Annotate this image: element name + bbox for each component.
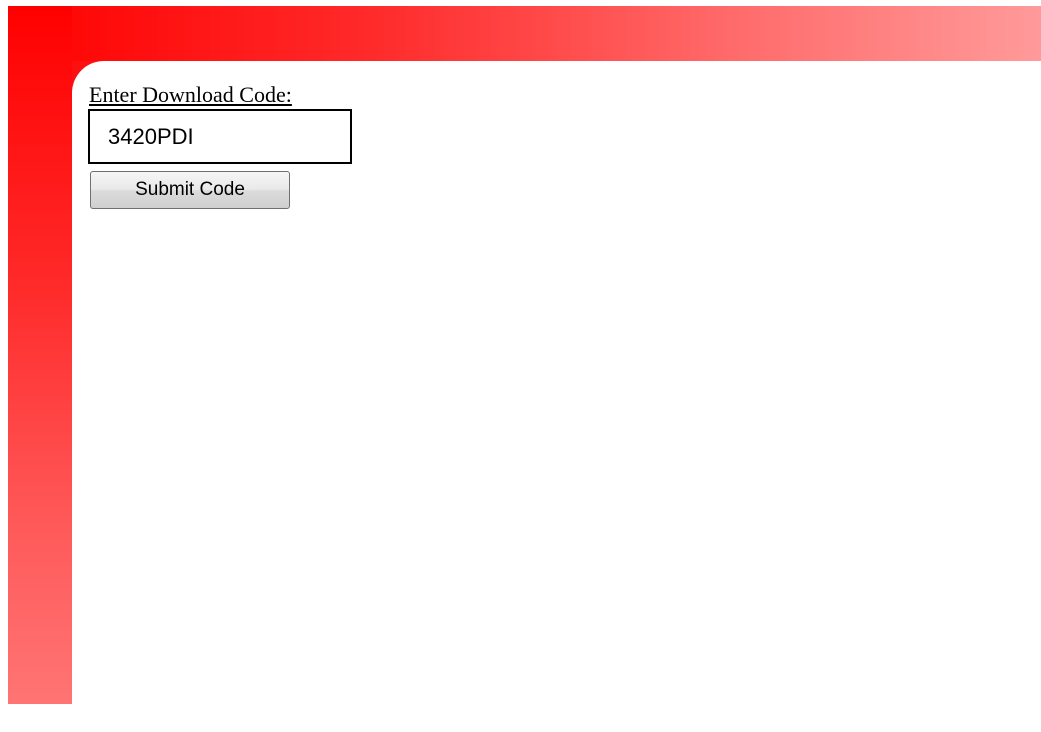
download-code-page: Enter Download Code: 3420PDI Submit Code [0,0,1041,732]
left-red-sidebar [8,6,72,704]
download-code-label: Enter Download Code: [89,82,292,107]
download-code-input[interactable]: 3420PDI [88,109,352,164]
top-red-banner [8,6,1041,61]
submit-code-button[interactable]: Submit Code [90,171,290,209]
